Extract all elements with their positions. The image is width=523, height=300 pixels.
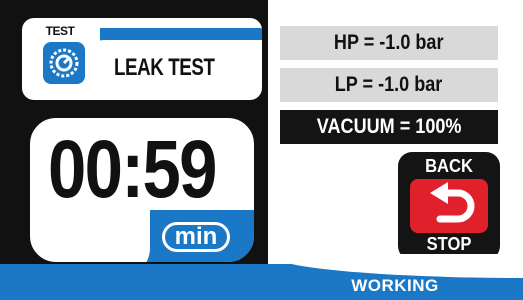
- stop-label: STOP: [426, 234, 472, 254]
- vacuum-readout: VACUUM = 100%: [280, 110, 498, 144]
- hp-readout: HP = -1.0 bar: [280, 26, 498, 60]
- gauge-dial-icon: [43, 42, 85, 84]
- back-stop-button[interactable]: BACK STOP: [398, 152, 500, 260]
- back-label: BACK: [425, 156, 473, 176]
- header-card: TEST LEAK TEST: [22, 18, 262, 100]
- screen-title: LEAK TEST: [114, 54, 215, 81]
- status-text: WORKING: [351, 276, 439, 295]
- lp-readout-text: LP = -1.0 bar: [335, 73, 443, 96]
- test-badge: TEST: [30, 24, 88, 94]
- test-badge-label: TEST: [45, 24, 75, 38]
- left-panel: TEST LEAK TEST 00:59 min: [0, 0, 268, 300]
- vacuum-readout-text: VACUUM = 100%: [316, 115, 462, 138]
- hp-readout-text: HP = -1.0 bar: [334, 31, 444, 54]
- timer-unit-badge: min: [162, 222, 230, 252]
- lp-readout: LP = -1.0 bar: [280, 68, 498, 102]
- countdown-timer: 00:59: [48, 124, 217, 215]
- timer-card: 00:59 min: [22, 110, 262, 270]
- return-arrow-icon: [410, 179, 488, 233]
